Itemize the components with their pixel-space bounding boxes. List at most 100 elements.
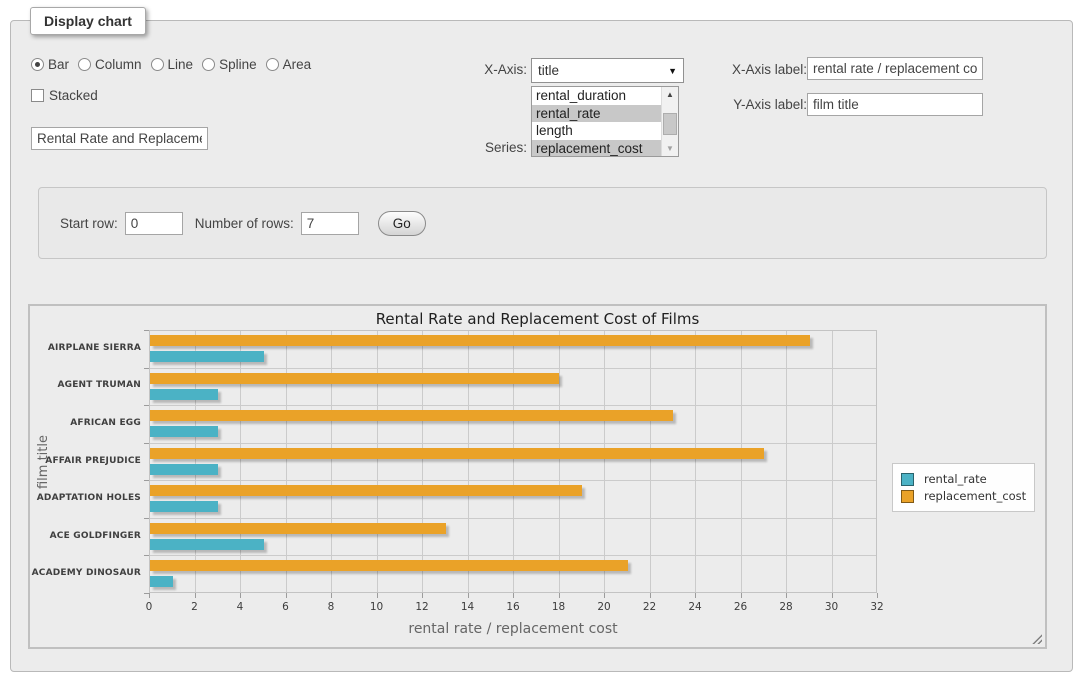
x-tick-16 xyxy=(513,593,514,598)
bar-rental-rate-affair-prejudice xyxy=(150,464,218,475)
y-tick-0 xyxy=(144,330,149,331)
series-listbox[interactable]: rental_durationrental_ratelengthreplacem… xyxy=(531,86,679,157)
chart-type-option-column[interactable]: Column xyxy=(78,57,142,72)
x-tick-label-18: 18 xyxy=(539,601,579,613)
series-select-label: Series: xyxy=(441,140,527,155)
display-chart-panel: Display chart BarColumnLineSplineArea St… xyxy=(10,20,1073,672)
x-axis-select[interactable]: title ▼ xyxy=(531,58,684,83)
x-axis-title: rental rate / replacement cost xyxy=(149,621,877,637)
bar-replacement-cost-affair-prejudice xyxy=(150,448,764,459)
stacked-label: Stacked xyxy=(49,88,98,103)
select-dropdown-arrow-icon: ▼ xyxy=(668,66,677,76)
y-tick-4 xyxy=(144,480,149,481)
bar-rental-rate-ace-goldfinger xyxy=(150,539,264,550)
x-tick-label-2: 2 xyxy=(175,601,215,613)
scrollbar-thumb[interactable] xyxy=(663,113,677,135)
x-tick-0 xyxy=(149,593,150,598)
series-option-rental-rate[interactable]: rental_rate xyxy=(532,105,661,123)
x-tick-label-30: 30 xyxy=(812,601,852,613)
x-tick-label-32: 32 xyxy=(857,601,897,613)
x-tick-12 xyxy=(422,593,423,598)
bar-rental-rate-agent-truman xyxy=(150,389,218,400)
stacked-checkbox[interactable] xyxy=(31,89,44,102)
bar-replacement-cost-african-egg xyxy=(150,410,673,421)
chart-title-input[interactable] xyxy=(31,127,208,150)
x-tick-6 xyxy=(286,593,287,598)
x-tick-4 xyxy=(240,593,241,598)
y-tick-2 xyxy=(144,405,149,406)
x-tick-32 xyxy=(877,593,878,598)
series-option-replacement-cost[interactable]: replacement_cost xyxy=(532,140,661,158)
category-label-ace-goldfinger: ACE GOLDFINGER xyxy=(30,531,141,541)
y-tick-3 xyxy=(144,443,149,444)
chart-type-option-spline[interactable]: Spline xyxy=(202,57,257,72)
legend-swatch-replacement-cost xyxy=(901,490,914,503)
chart-type-label-column: Column xyxy=(95,57,142,72)
chart-type-option-line[interactable]: Line xyxy=(151,57,194,72)
x-tick-label-14: 14 xyxy=(448,601,488,613)
go-button[interactable]: Go xyxy=(378,211,426,236)
rows-panel: Start row: Number of rows: Go xyxy=(38,187,1047,259)
start-row-label: Start row: xyxy=(60,216,118,231)
x-tick-label-8: 8 xyxy=(311,601,351,613)
chart-type-label-spline: Spline xyxy=(219,57,257,72)
legend-entry-replacement-cost: replacement_cost xyxy=(901,489,1026,503)
chart-type-option-bar[interactable]: Bar xyxy=(31,57,69,72)
stacked-checkbox-row[interactable]: Stacked xyxy=(31,88,98,103)
page: Display chart Bar Column Line Spline Area St… xyxy=(0,0,1081,681)
x-axis-label-input[interactable] xyxy=(807,57,983,80)
chart-type-label-bar: Bar xyxy=(48,57,69,72)
legend-label-rental-rate: rental_rate xyxy=(924,472,987,486)
plot-area xyxy=(149,330,877,593)
x-axis-label-label: X-Axis label: xyxy=(701,62,807,77)
bar-rental-rate-adaptation-holes xyxy=(150,501,218,512)
bar-replacement-cost-airplane-sierra xyxy=(150,335,810,346)
y-axis-title: film title xyxy=(36,392,52,532)
x-tick-22 xyxy=(650,593,651,598)
chart-container: Rental Rate and Replacement Cost of Film… xyxy=(28,304,1047,649)
bar-rental-rate-airplane-sierra xyxy=(150,351,264,362)
x-tick-28 xyxy=(786,593,787,598)
x-tick-14 xyxy=(468,593,469,598)
start-row-input[interactable] xyxy=(125,212,183,235)
bar-rental-rate-academy-dinosaur xyxy=(150,576,173,587)
bar-replacement-cost-ace-goldfinger xyxy=(150,523,446,534)
x-tick-2 xyxy=(195,593,196,598)
chart-type-radio-spline[interactable] xyxy=(202,58,215,71)
x-tick-label-6: 6 xyxy=(266,601,306,613)
x-tick-8 xyxy=(331,593,332,598)
y-tick-1 xyxy=(144,368,149,369)
bar-replacement-cost-academy-dinosaur xyxy=(150,560,628,571)
x-tick-label-12: 12 xyxy=(402,601,442,613)
bar-rental-rate-african-egg xyxy=(150,426,218,437)
x-axis-selected-value: title xyxy=(538,63,668,78)
series-option-length[interactable]: length xyxy=(532,122,661,140)
panel-title: Display chart xyxy=(30,7,146,35)
bar-replacement-cost-adaptation-holes xyxy=(150,485,582,496)
x-tick-20 xyxy=(604,593,605,598)
x-tick-label-24: 24 xyxy=(675,601,715,613)
scroll-down-icon[interactable]: ▼ xyxy=(662,141,678,156)
chart-type-radio-line[interactable] xyxy=(151,58,164,71)
series-scrollbar[interactable]: ▲ ▼ xyxy=(661,87,678,156)
x-tick-label-26: 26 xyxy=(721,601,761,613)
chart-legend: rental_rate replacement_cost xyxy=(892,463,1035,512)
chart-type-radio-area[interactable] xyxy=(266,58,279,71)
bar-replacement-cost-agent-truman xyxy=(150,373,559,384)
series-options: rental_durationrental_ratelengthreplacem… xyxy=(532,87,661,156)
x-tick-24 xyxy=(695,593,696,598)
x-tick-18 xyxy=(559,593,560,598)
legend-label-replacement-cost: replacement_cost xyxy=(924,489,1026,503)
scroll-up-icon[interactable]: ▲ xyxy=(662,87,678,102)
x-tick-label-22: 22 xyxy=(630,601,670,613)
y-tick-6 xyxy=(144,555,149,556)
category-label-agent-truman: AGENT TRUMAN xyxy=(30,380,141,390)
chart-type-label-line: Line xyxy=(168,57,194,72)
y-axis-label-input[interactable] xyxy=(807,93,983,116)
chart-type-radio-bar[interactable] xyxy=(31,58,44,71)
chart-type-option-area[interactable]: Area xyxy=(266,57,312,72)
y-axis-label-label: Y-Axis label: xyxy=(701,97,807,112)
chart-type-radio-column[interactable] xyxy=(78,58,91,71)
number-of-rows-input[interactable] xyxy=(301,212,359,235)
series-option-rental-duration[interactable]: rental_duration xyxy=(532,87,661,105)
